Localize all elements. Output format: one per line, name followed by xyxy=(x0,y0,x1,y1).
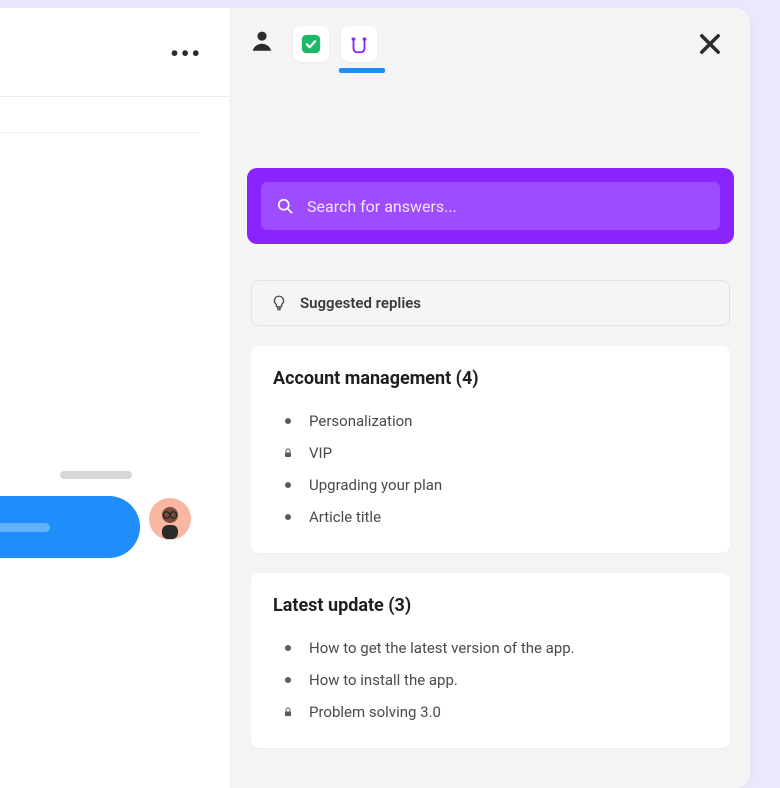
search-input[interactable]: Search for answers... xyxy=(261,182,720,230)
article-label: VIP xyxy=(309,444,332,462)
panel-header xyxy=(231,8,750,80)
article-item[interactable]: Personalization xyxy=(273,405,708,437)
search-placeholder: Search for answers... xyxy=(307,197,457,216)
article-item[interactable]: Article title xyxy=(273,501,708,533)
close-icon xyxy=(696,30,724,58)
knowledge-panel: Search for answers... Suggested replies … xyxy=(230,8,750,788)
article-label: Personalization xyxy=(309,412,412,430)
message-placeholder xyxy=(0,523,50,532)
bullet-icon xyxy=(281,482,295,488)
search-icon xyxy=(275,196,295,216)
checkmark-app-icon xyxy=(300,33,322,55)
tab-app-checkmark[interactable] xyxy=(293,26,329,62)
tab-app-help[interactable] xyxy=(341,26,377,62)
lock-icon xyxy=(281,447,295,459)
article-label: Article title xyxy=(309,508,381,526)
help-app-icon xyxy=(348,33,370,55)
article-item[interactable]: How to install the app. xyxy=(273,664,708,696)
article-item[interactable]: Upgrading your plan xyxy=(273,469,708,501)
article-item[interactable]: Problem solving 3.0 xyxy=(273,696,708,728)
lock-icon xyxy=(281,706,295,718)
divider xyxy=(0,132,200,133)
bullet-icon xyxy=(281,418,295,424)
section-card: Latest update (3) How to get the latest … xyxy=(251,573,730,748)
chat-bubble[interactable] xyxy=(0,496,140,558)
app-window: ••• xyxy=(0,8,750,788)
article-label: How to install the app. xyxy=(309,671,458,689)
article-label: Upgrading your plan xyxy=(309,476,442,494)
bullet-icon xyxy=(281,645,295,651)
chat-area: ••• xyxy=(0,8,230,788)
lightbulb-icon xyxy=(270,294,288,312)
section-title: Account management (4) xyxy=(273,368,708,389)
article-label: How to get the latest version of the app… xyxy=(309,639,575,657)
bullet-icon xyxy=(281,514,295,520)
avatar[interactable] xyxy=(149,498,191,540)
bullet-icon xyxy=(281,677,295,683)
article-label: Problem solving 3.0 xyxy=(309,703,441,721)
article-item[interactable]: How to get the latest version of the app… xyxy=(273,632,708,664)
suggested-replies-label: Suggested replies xyxy=(300,294,421,312)
active-tab-indicator xyxy=(339,68,385,73)
divider xyxy=(0,96,240,97)
more-button[interactable]: ••• xyxy=(170,40,202,68)
section-card: Account management (4) Personalization V… xyxy=(251,346,730,553)
suggested-replies-button[interactable]: Suggested replies xyxy=(251,280,730,326)
section-title: Latest update (3) xyxy=(273,595,708,616)
close-button[interactable] xyxy=(696,30,724,58)
article-item[interactable]: VIP xyxy=(273,437,708,469)
avatar-illustration-icon xyxy=(149,498,191,540)
caption-placeholder xyxy=(60,471,132,479)
person-icon[interactable] xyxy=(249,28,275,54)
search-banner: Search for answers... xyxy=(247,168,734,244)
